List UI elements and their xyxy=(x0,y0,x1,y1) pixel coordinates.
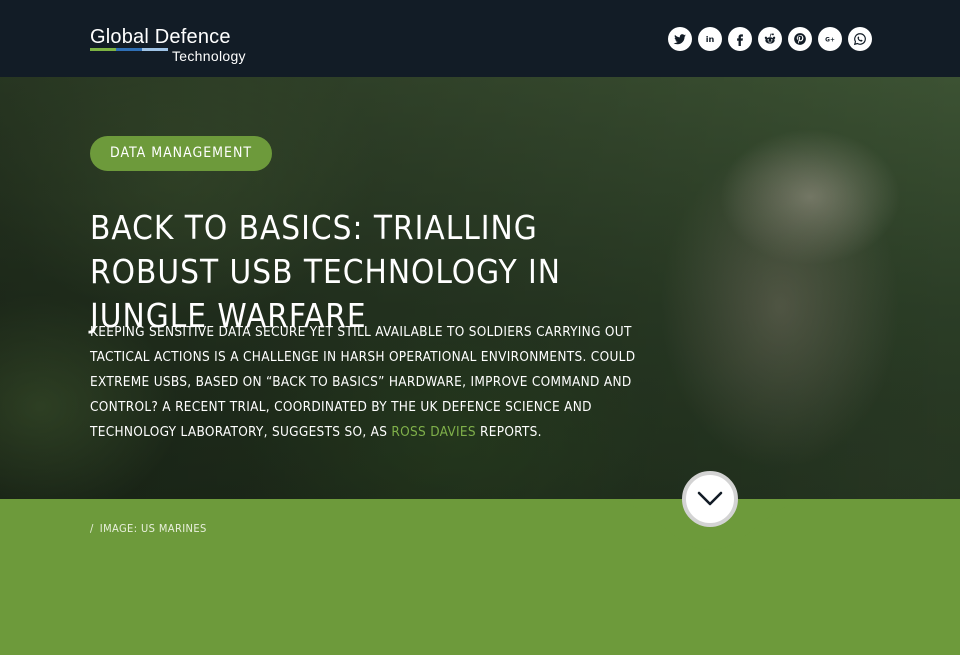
google-plus-icon: G+ xyxy=(825,37,835,43)
logo-bar-light xyxy=(142,48,168,51)
logo-bar-green xyxy=(90,48,116,51)
linkedin-icon: in xyxy=(706,34,715,44)
image-caption: / IMAGE: US MARINES xyxy=(90,522,207,535)
pinterest-icon xyxy=(794,33,806,45)
article-summary: KEEPING SENSITIVE DATA SECURE YET STILL … xyxy=(90,320,650,445)
whatsapp-share-button[interactable] xyxy=(848,27,872,51)
social-share-bar: in G+ xyxy=(668,27,872,51)
caption-separator: / xyxy=(90,522,94,535)
author-link[interactable]: ROSS DAVIES xyxy=(391,424,475,440)
pinterest-share-button[interactable] xyxy=(788,27,812,51)
site-header: Global Defence Technology in G+ xyxy=(0,0,960,77)
chevron-down-icon xyxy=(697,491,723,506)
logo-color-bars xyxy=(90,48,168,51)
google-plus-icon-label: G+ xyxy=(825,37,835,43)
scroll-down-button[interactable] xyxy=(682,471,738,527)
facebook-icon xyxy=(737,34,743,46)
google-plus-share-button[interactable]: G+ xyxy=(818,27,842,51)
linkedin-share-button[interactable]: in xyxy=(698,27,722,51)
twitter-share-button[interactable] xyxy=(668,27,692,51)
twitter-icon xyxy=(673,34,686,45)
article-title: BACK TO BASICS: TRIALLING ROBUST USB TEC… xyxy=(90,208,561,335)
summary-end: REPORTS. xyxy=(475,424,542,440)
category-tag[interactable]: DATA MANAGEMENT xyxy=(90,136,273,171)
logo-line2: Technology xyxy=(172,48,246,64)
hero-banner: DATA MANAGEMENT BACK TO BASICS: TRIALLIN… xyxy=(0,77,960,499)
reddit-share-button[interactable] xyxy=(758,27,782,51)
site-logo[interactable]: Global Defence Technology xyxy=(90,26,255,66)
caption-text: IMAGE: US MARINES xyxy=(99,522,207,535)
logo-bar-blue xyxy=(116,48,142,51)
logo-line1: Global Defence xyxy=(90,26,231,48)
summary-text: KEEPING SENSITIVE DATA SECURE YET STILL … xyxy=(90,324,636,440)
whatsapp-icon xyxy=(853,33,866,46)
linkedin-icon-label: in xyxy=(706,34,715,44)
facebook-share-button[interactable] xyxy=(728,27,752,51)
reddit-icon xyxy=(764,33,776,44)
